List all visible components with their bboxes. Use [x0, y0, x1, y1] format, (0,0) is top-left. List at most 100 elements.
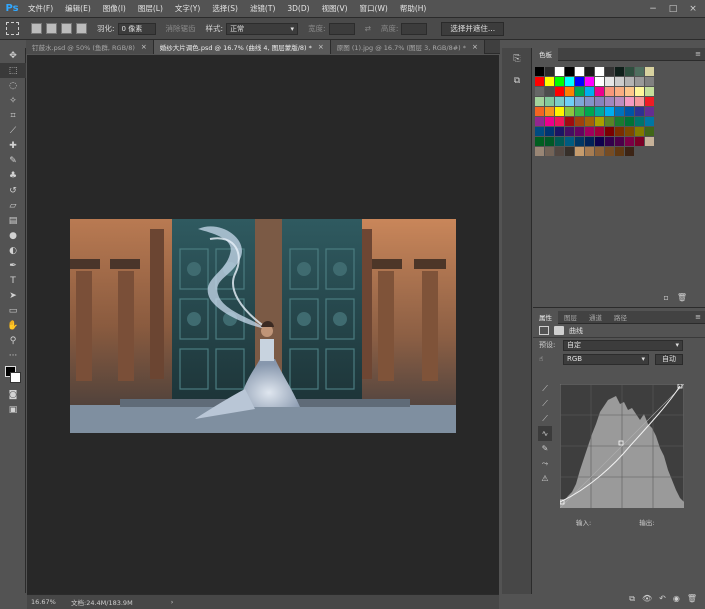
color-swatch-cell[interactable]	[555, 67, 564, 76]
color-swatch-cell[interactable]	[575, 77, 584, 86]
brush-tool-icon[interactable]: ✎	[0, 153, 26, 168]
color-swatch-cell[interactable]	[575, 147, 584, 156]
color-swatch-cell[interactable]	[645, 107, 654, 116]
menu-filter[interactable]: 滤镜(T)	[244, 3, 281, 14]
mask-icon[interactable]	[554, 326, 564, 335]
color-swatch-cell[interactable]	[605, 117, 614, 126]
color-swatch-cell[interactable]	[535, 107, 544, 116]
color-swatch-cell[interactable]	[565, 77, 574, 86]
color-swatch-cell[interactable]	[635, 117, 644, 126]
color-swatch-cell[interactable]	[605, 87, 614, 96]
color-swatch-cell[interactable]	[555, 127, 564, 136]
color-swatch-cell[interactable]	[535, 127, 544, 136]
tab-properties[interactable]: 属性	[533, 310, 558, 324]
reset-icon[interactable]: ↶	[659, 594, 666, 606]
color-swatch-cell[interactable]	[545, 137, 554, 146]
panel-menu-icon[interactable]: ≡	[695, 313, 701, 321]
color-swatch-cell[interactable]	[635, 97, 644, 106]
color-swatch-cell[interactable]	[545, 87, 554, 96]
color-swatch-cell[interactable]	[645, 137, 654, 146]
history-brush-tool-icon[interactable]: ↺	[0, 183, 26, 198]
clip-to-layer-icon[interactable]: ⧉	[629, 594, 635, 606]
color-swatch-cell[interactable]	[545, 147, 554, 156]
feather-input[interactable]: 0 像素	[117, 22, 156, 35]
color-swatch-cell[interactable]	[555, 87, 564, 96]
color-swatch-cell[interactable]	[605, 77, 614, 86]
tab-doc-3[interactable]: 原图 (1).jpg @ 16.7% (图层 3, RGB/8#) * ×	[330, 40, 485, 54]
antialias-checkbox[interactable]: 消除锯齿	[166, 23, 196, 34]
maximize-button[interactable]: □	[665, 2, 681, 15]
screen-mode-icon[interactable]: ▣	[0, 402, 26, 417]
lasso-tool-icon[interactable]: ◌	[0, 78, 26, 93]
move-tool-icon[interactable]: ✥	[0, 48, 26, 63]
swap-icon[interactable]: ⇄	[365, 24, 371, 33]
trash-icon[interactable]: 🗑	[677, 293, 687, 305]
dodge-tool-icon[interactable]: ◐	[0, 243, 26, 258]
color-swatch-cell[interactable]	[565, 107, 574, 116]
color-swatch-cell[interactable]	[575, 117, 584, 126]
smooth-icon[interactable]: ⤳	[538, 456, 552, 471]
close-icon[interactable]: ×	[472, 43, 478, 51]
color-swatch-cell[interactable]	[645, 97, 654, 106]
tab-swatches[interactable]: 色板	[533, 47, 558, 61]
gray-point-eyedropper-icon[interactable]: ⟋	[538, 396, 552, 411]
path-select-tool-icon[interactable]: ➤	[0, 288, 26, 303]
color-swatch-cell[interactable]	[595, 127, 604, 136]
zoom-level[interactable]: 16.67%	[31, 598, 61, 606]
color-swatch-cell[interactable]	[535, 117, 544, 126]
color-swatch-cell[interactable]	[615, 127, 624, 136]
tab-channels[interactable]: 通道	[583, 311, 608, 324]
subtract-selection-icon[interactable]	[61, 23, 72, 34]
close-button[interactable]: ×	[685, 2, 701, 15]
curves-graph[interactable]	[559, 383, 685, 509]
tab-paths[interactable]: 路径	[608, 311, 633, 324]
menu-type[interactable]: 文字(Y)	[169, 3, 206, 14]
color-swatch-cell[interactable]	[635, 87, 644, 96]
color-swatch-cell[interactable]	[555, 97, 564, 106]
color-swatch-cell[interactable]	[565, 127, 574, 136]
color-swatch-cell[interactable]	[585, 97, 594, 106]
color-swatch-cell[interactable]	[565, 147, 574, 156]
color-swatch-cell[interactable]	[545, 107, 554, 116]
close-icon[interactable]: ×	[318, 43, 324, 51]
color-swatch-cell[interactable]	[595, 87, 604, 96]
canvas-area[interactable]	[27, 55, 499, 594]
add-selection-icon[interactable]	[46, 23, 57, 34]
color-swatch-cell[interactable]	[535, 97, 544, 106]
curve-point-icon[interactable]: ∿	[538, 426, 552, 441]
color-swatch-cell[interactable]	[605, 127, 614, 136]
color-swatch-cell[interactable]	[605, 147, 614, 156]
properties-panel-icon[interactable]: ⧉	[502, 70, 532, 92]
color-swatch-cell[interactable]	[625, 117, 634, 126]
color-swatch-cell[interactable]	[625, 97, 634, 106]
color-swatch-cell[interactable]	[565, 97, 574, 106]
color-swatch-cell[interactable]	[645, 87, 654, 96]
color-swatch-cell[interactable]	[545, 117, 554, 126]
color-swatch-cell[interactable]	[625, 77, 634, 86]
crop-tool-icon[interactable]: ⌗	[0, 108, 26, 123]
color-swatch-cell[interactable]	[635, 67, 644, 76]
color-swatch-cell[interactable]	[565, 87, 574, 96]
color-swatch-cell[interactable]	[555, 117, 564, 126]
color-swatch-cell[interactable]	[625, 127, 634, 136]
color-swatch-cell[interactable]	[545, 77, 554, 86]
type-tool-icon[interactable]: T	[0, 273, 26, 288]
color-swatch-cell[interactable]	[575, 127, 584, 136]
color-swatch-cell[interactable]	[595, 97, 604, 106]
color-swatch-cell[interactable]	[635, 127, 644, 136]
menu-3d[interactable]: 3D(D)	[281, 4, 315, 13]
color-swatch-cell[interactable]	[625, 87, 634, 96]
menu-layer[interactable]: 图层(L)	[132, 3, 169, 14]
color-swatch-cell[interactable]	[585, 87, 594, 96]
color-swatch-cell[interactable]	[595, 117, 604, 126]
eyedropper-tool-icon[interactable]: ⟋	[0, 123, 26, 138]
color-swatch-cell[interactable]	[545, 97, 554, 106]
menu-image[interactable]: 图像(I)	[97, 3, 132, 14]
clone-stamp-tool-icon[interactable]: ♣	[0, 168, 26, 183]
status-menu-arrow-icon[interactable]: ›	[171, 598, 174, 606]
menu-edit[interactable]: 编辑(E)	[59, 3, 97, 14]
eraser-tool-icon[interactable]: ▱	[0, 198, 26, 213]
color-swatch-cell[interactable]	[595, 137, 604, 146]
color-swatch-cell[interactable]	[575, 137, 584, 146]
close-icon[interactable]: ×	[141, 43, 147, 51]
